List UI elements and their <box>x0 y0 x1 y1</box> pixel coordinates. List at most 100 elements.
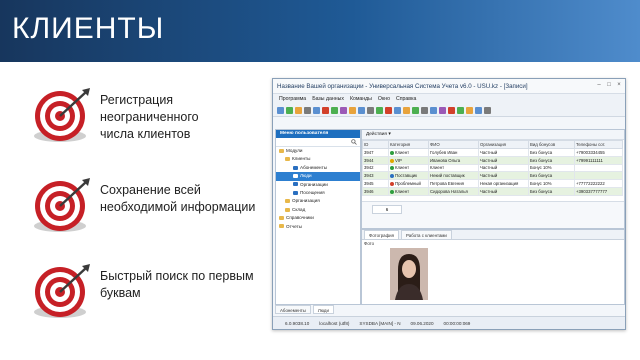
toolbar-icon[interactable] <box>466 106 473 114</box>
menu-item-databases[interactable]: Базы данных <box>312 96 344 102</box>
tab-subscriptions[interactable]: Абонементы <box>275 305 311 314</box>
toolbar-icon[interactable] <box>286 106 293 114</box>
sidebar-item-label: Посещения <box>300 189 325 195</box>
table-icon <box>293 165 298 170</box>
toolbar-icon[interactable] <box>385 106 392 114</box>
toolbar-icon[interactable] <box>313 106 320 114</box>
column-header[interactable]: Вид бонусов <box>528 140 575 149</box>
toolbar-icon[interactable] <box>394 106 401 114</box>
column-header[interactable]: ФИО <box>428 140 479 149</box>
column-header[interactable]: Организация <box>478 140 529 149</box>
feature-text-line1: Регистрация неограниченного <box>100 93 199 124</box>
toolbar-icon[interactable] <box>430 106 437 114</box>
tab-photo[interactable]: Фотография <box>364 230 400 239</box>
sidebar-item-organizations[interactable]: Организации <box>276 181 360 189</box>
toolbar-icon[interactable] <box>340 106 347 114</box>
column-header[interactable]: Телефоны сот. <box>574 140 623 149</box>
toolbar-icon[interactable] <box>412 106 419 114</box>
toolbar-icon[interactable] <box>358 106 365 114</box>
toolbar-icon[interactable] <box>322 106 329 114</box>
table-icon <box>293 182 298 187</box>
toolbar-icon[interactable] <box>304 106 311 114</box>
toolbar-icon[interactable] <box>277 106 284 114</box>
menu-item-help[interactable]: Справка <box>396 96 416 102</box>
toolbar-icon[interactable] <box>295 106 302 114</box>
column-header[interactable]: Категория <box>388 140 429 149</box>
feature-text: Регистрация неограниченного числа клиент… <box>100 92 260 143</box>
window-titlebar: Название Вашей организации - Универсальн… <box>273 79 625 94</box>
table-row[interactable]: 3943 Поставщик Некий поставщик Частный Без б… <box>362 171 623 181</box>
folder-icon <box>279 148 284 153</box>
feature-text-line2: необходимой информации <box>100 200 256 214</box>
cell-organization-text: Частный <box>480 188 498 194</box>
cell-id: 3944 <box>362 155 389 165</box>
cell-phone-text: +390337777777 <box>576 188 608 194</box>
sidebar-item-visits[interactable]: Посещения <box>276 189 360 197</box>
app-window: Название Вашей организации - Универсальн… <box>272 78 626 330</box>
cell-name-text: Петрова Евгения <box>430 181 465 187</box>
toolbar-icon[interactable] <box>376 106 383 114</box>
sidebar-item-label: Склад <box>292 206 306 212</box>
toolbar-icon[interactable] <box>421 106 428 114</box>
cell-category: Клиент <box>388 163 429 173</box>
slide-title: КЛИЕНТЫ <box>12 12 165 45</box>
cell-organization: Частный <box>478 155 529 165</box>
table-row[interactable]: 3947 Клиент Голубев Иван Частный Без бонуса +… <box>362 148 623 157</box>
toolbar-icon[interactable] <box>457 106 464 114</box>
menu-item-window[interactable]: Окно <box>378 96 390 102</box>
toolbar-icon[interactable] <box>403 106 410 114</box>
toolbar-icon[interactable] <box>475 106 482 114</box>
sidebar-item-label: Справочники <box>286 215 314 221</box>
cell-phone <box>574 171 623 181</box>
cell-name: Клиент <box>428 163 479 173</box>
status-server: localhost (utf8) <box>319 320 350 326</box>
table-row[interactable]: 3942 Клиент Клиент Частный Бонус 10% <box>362 163 623 173</box>
sidebar-item-references[interactable]: Справочники <box>276 214 360 222</box>
sidebar-item-subscriptions[interactable]: Абонементы <box>276 164 360 172</box>
sidebar-item-modules[interactable]: Модули <box>276 147 360 155</box>
actions-menu-button[interactable]: Действия <box>366 132 387 137</box>
table-row[interactable]: 3946 Клиент Сидорова Наталья Частный Без бон… <box>362 186 623 196</box>
toolbar-icon[interactable] <box>448 106 455 114</box>
cell-organization-text: Некая организация <box>480 181 519 187</box>
table-row[interactable]: 3945 Проблемный Петрова Евгения Некая орган… <box>362 179 623 188</box>
sidebar-item-warehouse[interactable]: Склад <box>276 206 360 214</box>
table-row[interactable]: 3944 VIP Иванова Ольга Частный Без бонуса +79… <box>362 155 623 165</box>
sidebar-item-people[interactable]: Люди <box>276 172 360 181</box>
cell-organization-text: Частный <box>480 165 498 171</box>
cell-name-text: Голубев Иван <box>430 149 458 155</box>
tab-people[interactable]: Люди <box>312 305 334 314</box>
status-user: SYSDBA [MAIN] - N <box>359 320 401 326</box>
menu-item-commands[interactable]: Команды <box>350 96 372 102</box>
cell-phone: +79003334455 <box>574 148 623 157</box>
toolbar-icon[interactable] <box>484 106 491 114</box>
folder-icon <box>285 199 290 204</box>
sidebar-item-reports[interactable]: Отчеты <box>276 223 360 231</box>
sidebar-item-label: Модули <box>286 148 303 153</box>
cell-organization: Частный <box>478 171 529 181</box>
sidebar-search[interactable] <box>276 138 360 147</box>
toolbar-icon[interactable] <box>349 106 356 114</box>
tab-client-work[interactable]: Работа с клиентами <box>401 230 452 239</box>
cell-phone-text: +79003334455 <box>576 149 605 155</box>
minimize-icon[interactable]: – <box>596 82 602 88</box>
column-header[interactable]: ID <box>362 140 389 149</box>
cell-name: Петрова Евгения <box>428 179 479 188</box>
toolbar-icon[interactable] <box>367 106 374 114</box>
target-icon <box>34 264 90 318</box>
client-photo <box>390 248 428 300</box>
sidebar-item-clients[interactable]: Клиенты <box>276 155 360 163</box>
sidebar-item-organization[interactable]: Организация <box>276 197 360 205</box>
cell-organization-text: Частный <box>480 173 498 179</box>
cell-category-text: Поставщик <box>395 173 418 179</box>
menu-item-program[interactable]: Программа <box>279 96 306 102</box>
maximize-icon[interactable]: □ <box>606 82 612 88</box>
close-icon[interactable]: × <box>616 82 622 88</box>
cell-id-text: 3942 <box>364 165 374 171</box>
feature-item-registration: Регистрация неограниченного числа клиент… <box>30 86 260 146</box>
toolbar-icon[interactable] <box>331 106 338 114</box>
window-title: Название Вашей организации - Универсальн… <box>277 82 528 90</box>
search-icon[interactable] <box>351 139 357 145</box>
category-icon <box>390 166 394 171</box>
toolbar-icon[interactable] <box>439 106 446 114</box>
